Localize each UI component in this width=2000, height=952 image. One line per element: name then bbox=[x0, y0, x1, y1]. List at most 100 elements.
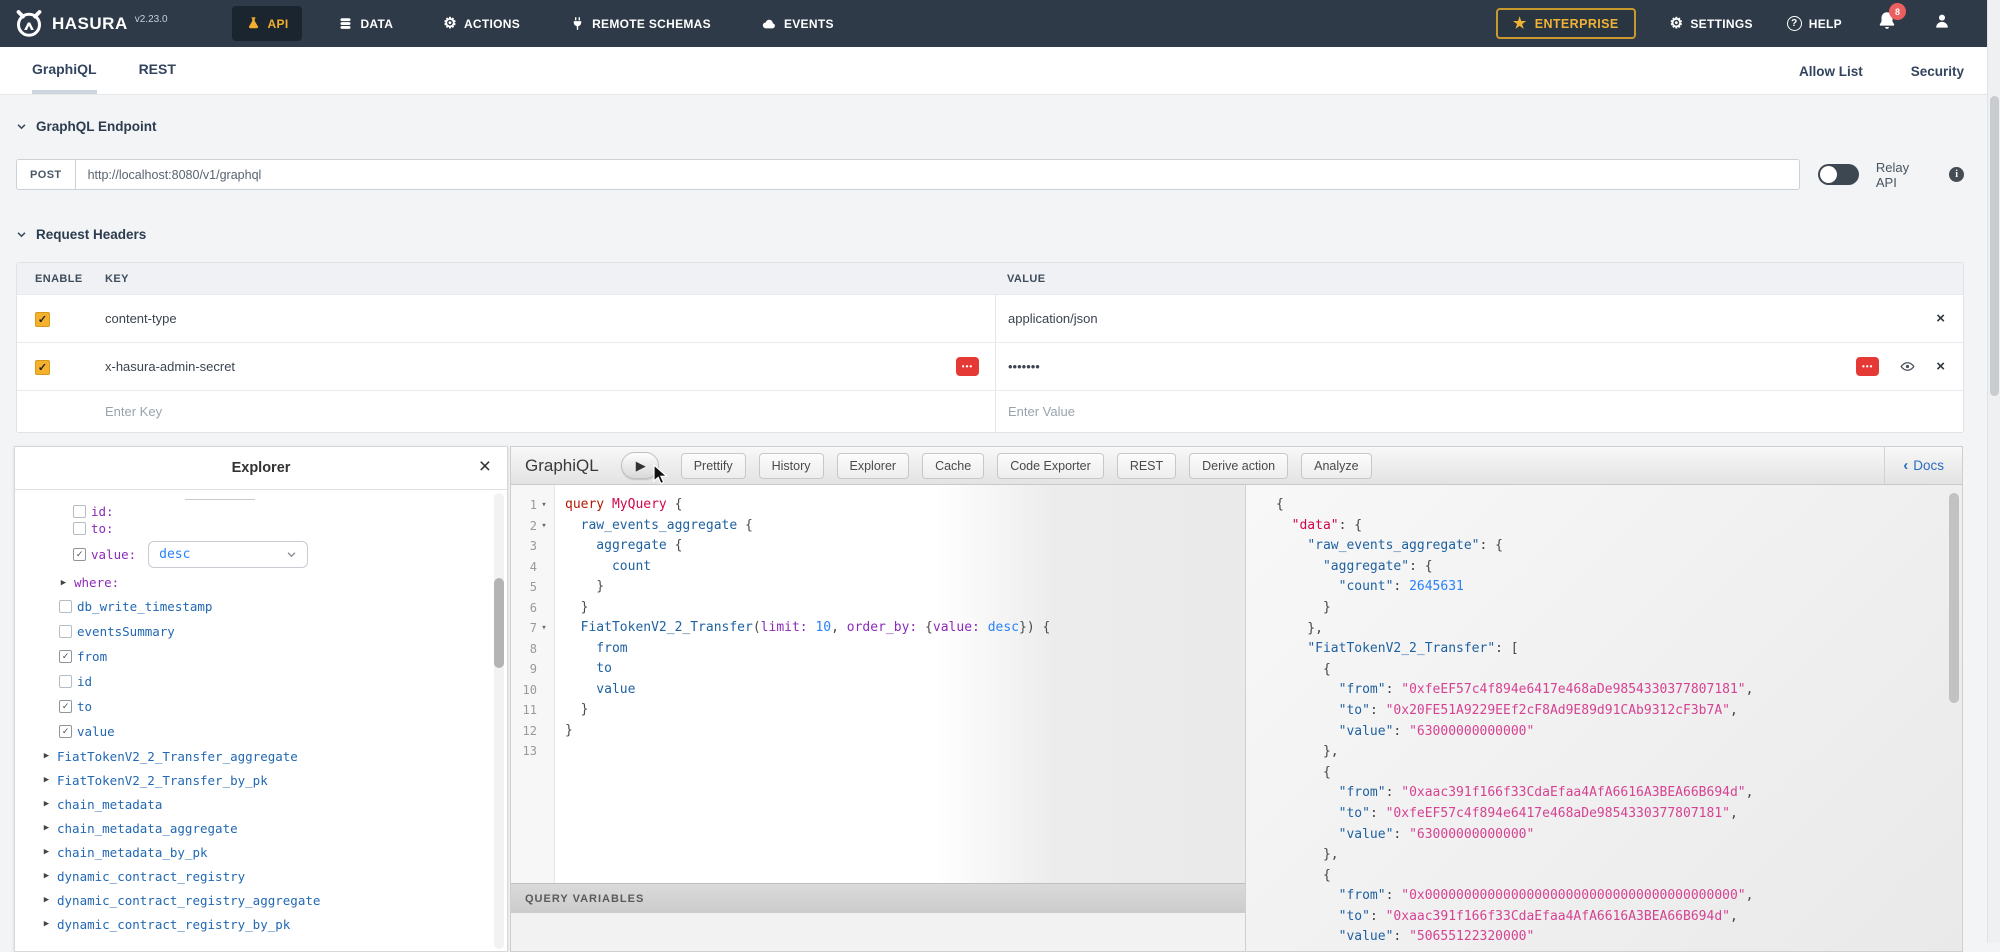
expand-arrow-icon[interactable]: ▶ bbox=[42, 775, 51, 785]
result-line: }, bbox=[1276, 845, 1962, 866]
explorer-field-db-write-timestamp[interactable]: db_write_timestamp bbox=[15, 594, 507, 619]
page-scrollbar[interactable] bbox=[1987, 0, 2000, 943]
header-enable-checkbox[interactable]: ✓ bbox=[35, 360, 50, 375]
editor-line: 6 } bbox=[511, 598, 1245, 619]
new-header-value-input[interactable]: Enter Value bbox=[1008, 404, 1075, 419]
explorer-field-fiattokenv2-2-transfer-aggregate[interactable]: ▶FiatTokenV2_2_Transfer_aggregate bbox=[15, 744, 507, 768]
docs-button[interactable]: ‹ Docs bbox=[1884, 447, 1962, 484]
fold-gutter bbox=[537, 659, 551, 680]
link-allow-list[interactable]: Allow List bbox=[1799, 64, 1863, 94]
top-nav: HASURA v2.23.0 API DATA ⚙ACTIONS REMOTE SCH… bbox=[0, 0, 2000, 47]
explorer-arg-where[interactable]: ▶where: bbox=[15, 571, 507, 594]
explorer-partial-item bbox=[185, 494, 255, 500]
nav-item-actions[interactable]: ⚙ACTIONS bbox=[429, 6, 534, 41]
expand-arrow-icon[interactable]: ▶ bbox=[42, 751, 51, 761]
explorer-scrollbar[interactable] bbox=[494, 493, 504, 949]
new-header-key-input[interactable]: Enter Key bbox=[105, 404, 162, 419]
explorer-checkbox[interactable] bbox=[73, 505, 86, 518]
fold-gutter bbox=[537, 639, 551, 660]
editor-line: 1▾query MyQuery { bbox=[511, 495, 1245, 516]
toolbar-button-rest[interactable]: REST bbox=[1117, 453, 1176, 479]
order-direction-select[interactable]: desc bbox=[148, 541, 308, 568]
query-variables-bar[interactable]: QUERY VARIABLES bbox=[511, 883, 1245, 913]
explorer-checkbox[interactable] bbox=[59, 625, 72, 638]
help-button[interactable]: ? HELP bbox=[1787, 16, 1842, 31]
toolbar-button-cache[interactable]: Cache bbox=[922, 453, 984, 479]
enterprise-button[interactable]: ★ ENTERPRISE bbox=[1496, 8, 1636, 39]
tab-rest[interactable]: REST bbox=[139, 61, 176, 94]
explorer-checkbox[interactable]: ✓ bbox=[73, 548, 86, 561]
remove-header-icon[interactable]: × bbox=[1936, 359, 1945, 374]
user-menu-button[interactable] bbox=[1932, 11, 1952, 36]
explorer-arg-value[interactable]: ✓value:desc bbox=[15, 537, 507, 571]
notifications-button[interactable]: 8 bbox=[1876, 10, 1898, 37]
explorer-field-value[interactable]: ✓value bbox=[15, 719, 507, 744]
link-security[interactable]: Security bbox=[1911, 64, 1964, 94]
expand-arrow-icon[interactable]: ▶ bbox=[42, 847, 51, 857]
expand-arrow-icon[interactable]: ▶ bbox=[42, 871, 51, 881]
fold-arrow-icon[interactable]: ▾ bbox=[537, 516, 551, 537]
remove-header-icon[interactable]: × bbox=[1936, 311, 1945, 326]
page-scrollbar-thumb[interactable] bbox=[1990, 96, 1999, 396]
nav-item-data[interactable]: DATA bbox=[324, 6, 407, 41]
close-icon[interactable]: × bbox=[479, 455, 491, 479]
hasura-brand[interactable]: HASURA v2.23.0 bbox=[14, 9, 168, 39]
explorer-checkbox[interactable]: ✓ bbox=[59, 725, 72, 738]
header-value-input[interactable]: ••••••• bbox=[1008, 359, 1040, 374]
nav-item-api[interactable]: API bbox=[232, 6, 303, 41]
explorer-arg-id[interactable]: id: bbox=[15, 503, 507, 520]
graphql-endpoint-section-header[interactable]: GraphQL Endpoint bbox=[16, 119, 1964, 134]
toolbar-button-code-exporter[interactable]: Code Exporter bbox=[997, 453, 1104, 479]
explorer-checkbox[interactable] bbox=[59, 675, 72, 688]
toolbar-button-prettify[interactable]: Prettify bbox=[681, 453, 746, 479]
toolbar-button-analyze[interactable]: Analyze bbox=[1301, 453, 1371, 479]
expand-arrow-icon[interactable]: ▶ bbox=[42, 895, 51, 905]
explorer-field-dynamic-contract-registry-by-pk[interactable]: ▶dynamic_contract_registry_by_pk bbox=[15, 912, 507, 936]
toolbar-button-derive-action[interactable]: Derive action bbox=[1189, 453, 1288, 479]
nav-item-remote-schemas[interactable]: REMOTE SCHEMAS bbox=[556, 6, 725, 41]
execute-query-button[interactable]: ▶ bbox=[621, 452, 659, 479]
settings-button[interactable]: ⚙ SETTINGS bbox=[1670, 16, 1753, 31]
explorer-checkbox[interactable] bbox=[59, 600, 72, 613]
relay-api-toggle[interactable] bbox=[1818, 164, 1858, 185]
explorer-arg-to[interactable]: to: bbox=[15, 520, 507, 537]
password-manager-icon[interactable]: ••• bbox=[956, 357, 979, 376]
explorer-scrollbar-thumb[interactable] bbox=[494, 578, 504, 668]
header-enable-checkbox[interactable]: ✓ bbox=[35, 312, 50, 327]
endpoint-url-input[interactable] bbox=[75, 159, 1801, 190]
tab-graphiql[interactable]: GraphiQL bbox=[32, 61, 97, 94]
explorer-field-eventssummary[interactable]: eventsSummary bbox=[15, 619, 507, 644]
expand-arrow-icon[interactable]: ▶ bbox=[42, 919, 51, 929]
explorer-field-fiattokenv2-2-transfer-by-pk[interactable]: ▶FiatTokenV2_2_Transfer_by_pk bbox=[15, 768, 507, 792]
query-editor[interactable]: 1▾query MyQuery {2▾ raw_events_aggregate… bbox=[511, 485, 1245, 883]
query-variables-editor[interactable] bbox=[511, 913, 1245, 951]
header-key-input[interactable]: x-hasura-admin-secret bbox=[105, 359, 235, 374]
explorer-field-id[interactable]: id bbox=[15, 669, 507, 694]
info-icon[interactable]: i bbox=[1949, 167, 1964, 182]
fold-gutter bbox=[537, 700, 551, 721]
fold-arrow-icon[interactable]: ▾ bbox=[537, 495, 551, 516]
request-headers-section-header[interactable]: Request Headers bbox=[16, 227, 1964, 242]
explorer-field-from[interactable]: ✓from bbox=[15, 644, 507, 669]
explorer-checkbox[interactable]: ✓ bbox=[59, 700, 72, 713]
explorer-field-dynamic-contract-registry[interactable]: ▶dynamic_contract_registry bbox=[15, 864, 507, 888]
expand-arrow-icon[interactable]: ▶ bbox=[42, 823, 51, 833]
explorer-field-to[interactable]: ✓to bbox=[15, 694, 507, 719]
explorer-field-dynamic-contract-registry-aggregate[interactable]: ▶dynamic_contract_registry_aggregate bbox=[15, 888, 507, 912]
reveal-value-eye-icon[interactable] bbox=[1899, 359, 1916, 374]
expand-arrow-icon[interactable]: ▶ bbox=[42, 799, 51, 809]
password-manager-icon[interactable]: ••• bbox=[1856, 357, 1879, 376]
explorer-checkbox[interactable] bbox=[73, 522, 86, 535]
explorer-field-chain-metadata-by-pk[interactable]: ▶chain_metadata_by_pk bbox=[15, 840, 507, 864]
explorer-field-chain-metadata[interactable]: ▶chain_metadata bbox=[15, 792, 507, 816]
results-scrollbar-thumb[interactable] bbox=[1949, 493, 1959, 703]
fold-arrow-icon[interactable]: ▾ bbox=[537, 618, 551, 639]
explorer-checkbox[interactable]: ✓ bbox=[59, 650, 72, 663]
nav-item-events[interactable]: EVENTS bbox=[747, 6, 848, 42]
header-value-input[interactable]: application/json bbox=[1008, 311, 1098, 326]
header-key-input[interactable]: content-type bbox=[105, 311, 177, 326]
expand-arrow-icon[interactable]: ▶ bbox=[59, 578, 68, 588]
explorer-field-chain-metadata-aggregate[interactable]: ▶chain_metadata_aggregate bbox=[15, 816, 507, 840]
toolbar-button-explorer[interactable]: Explorer bbox=[837, 453, 910, 479]
toolbar-button-history[interactable]: History bbox=[759, 453, 824, 479]
